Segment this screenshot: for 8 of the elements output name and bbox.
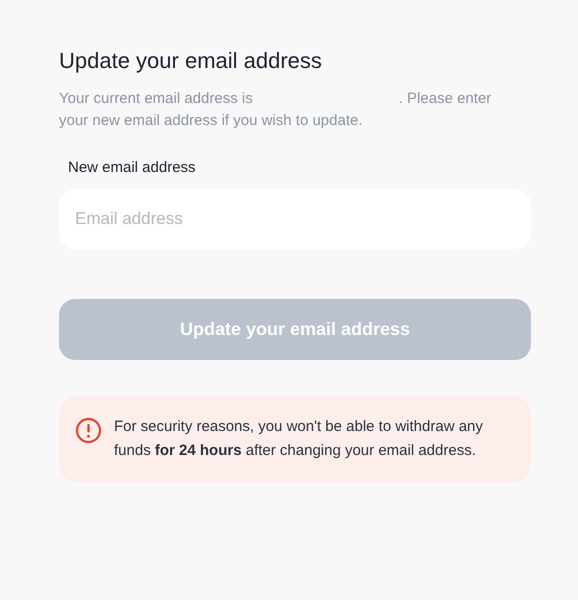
warning-icon xyxy=(75,417,102,444)
email-field[interactable]: Email address xyxy=(59,189,531,249)
description-text: Your current email address is xyxy=(59,90,253,107)
description-text: . Please enter xyxy=(398,90,492,107)
page-title: Update your email address xyxy=(59,47,322,75)
notice-text: For security reasons, you won't be able to withdraw any funds for 24 hours after changing your email address. xyxy=(114,417,484,461)
field-label: New email address xyxy=(68,158,196,178)
description-text: your new email address if you wish to update. xyxy=(59,112,362,129)
